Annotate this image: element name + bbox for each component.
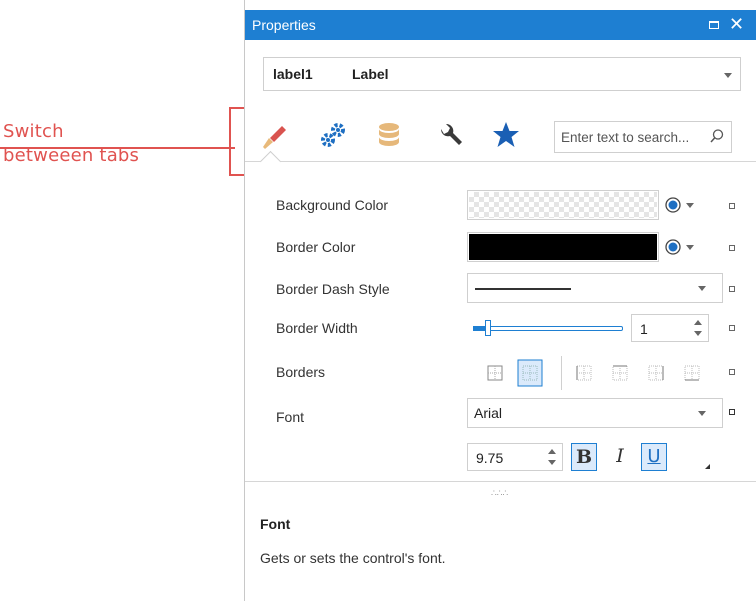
border-none-icon[interactable] (517, 359, 543, 387)
font-label: Font (276, 409, 305, 425)
chevron-down-icon[interactable] (686, 245, 694, 250)
bold-button[interactable]: B (571, 443, 597, 471)
description-text: Gets or sets the control's font. (260, 550, 446, 566)
border-left-icon[interactable] (572, 359, 596, 387)
close-icon[interactable]: ✕ (729, 14, 744, 34)
property-marker (729, 369, 735, 375)
wrench-icon[interactable] (433, 118, 467, 152)
border-width-slider[interactable] (473, 326, 623, 331)
transparent-swatch (469, 192, 657, 218)
description-title: Font (260, 516, 291, 532)
star-icon[interactable] (489, 118, 523, 152)
font-size-spinner[interactable]: 9.75 (467, 443, 563, 471)
annotation-underline (0, 147, 235, 149)
divider (561, 356, 562, 390)
italic-button[interactable]: I (607, 443, 633, 471)
object-name: label1 (273, 66, 313, 82)
font-family-select[interactable]: Arial (467, 398, 723, 428)
border-width-label: Border Width (276, 320, 358, 336)
paintbrush-icon[interactable] (257, 118, 291, 152)
panel-title: Properties (252, 17, 316, 33)
object-selector[interactable]: label1 Label (263, 57, 741, 91)
maximize-icon[interactable] (709, 21, 719, 29)
underline-button[interactable]: U (641, 443, 667, 471)
properties-panel: Properties ✕ label1 Label Enter text to … (244, 0, 756, 601)
grip-icon[interactable]: ∴∴∴ (491, 489, 508, 498)
spin-up-icon[interactable] (548, 449, 556, 454)
border-width-spinner[interactable]: 1 (631, 314, 709, 342)
selected-tab-pointer (259, 150, 282, 173)
annotation-line-1: Switch (3, 121, 64, 142)
solid-line-preview (475, 288, 571, 290)
background-color-editor[interactable] (467, 190, 659, 220)
chevron-down-icon (698, 286, 706, 291)
border-right-icon[interactable] (644, 359, 668, 387)
tab-separator (245, 161, 756, 162)
property-search[interactable]: Enter text to search... (554, 121, 732, 153)
border-width-value: 1 (640, 321, 648, 337)
gears-icon[interactable] (316, 118, 350, 152)
border-all-icon[interactable] (483, 359, 507, 387)
panel-titlebar: Properties ✕ (245, 10, 756, 40)
border-color-editor[interactable] (467, 232, 659, 262)
borders-label: Borders (276, 364, 326, 380)
property-marker (729, 409, 735, 415)
database-icon[interactable] (372, 118, 406, 152)
property-marker (729, 325, 735, 331)
expand-corner-icon[interactable] (705, 464, 710, 469)
annotation-callout: Switch betweeen tabs (3, 120, 139, 168)
chevron-down-icon (724, 73, 732, 78)
object-type: Label (352, 66, 389, 82)
color-picker-icon[interactable] (665, 197, 681, 213)
border-dash-style-label: Border Dash Style (276, 281, 390, 297)
chevron-down-icon (698, 411, 706, 416)
property-marker (729, 203, 735, 209)
property-marker (729, 286, 735, 292)
border-bottom-icon[interactable] (680, 359, 704, 387)
search-icon[interactable] (709, 128, 725, 144)
border-dash-style-select[interactable] (467, 273, 723, 303)
black-swatch (469, 234, 657, 260)
color-picker-icon[interactable] (665, 239, 681, 255)
property-marker (729, 245, 735, 251)
description-splitter[interactable] (245, 481, 756, 482)
search-placeholder: Enter text to search... (561, 130, 690, 145)
border-color-label: Border Color (276, 239, 356, 255)
spin-down-icon[interactable] (694, 331, 702, 336)
spin-down-icon[interactable] (548, 460, 556, 465)
border-top-icon[interactable] (608, 359, 632, 387)
slider-thumb[interactable] (485, 320, 491, 336)
font-family-value: Arial (474, 405, 503, 421)
background-color-label: Background Color (276, 197, 389, 213)
chevron-down-icon[interactable] (686, 203, 694, 208)
font-size-value: 9.75 (476, 450, 504, 466)
spin-up-icon[interactable] (694, 320, 702, 325)
